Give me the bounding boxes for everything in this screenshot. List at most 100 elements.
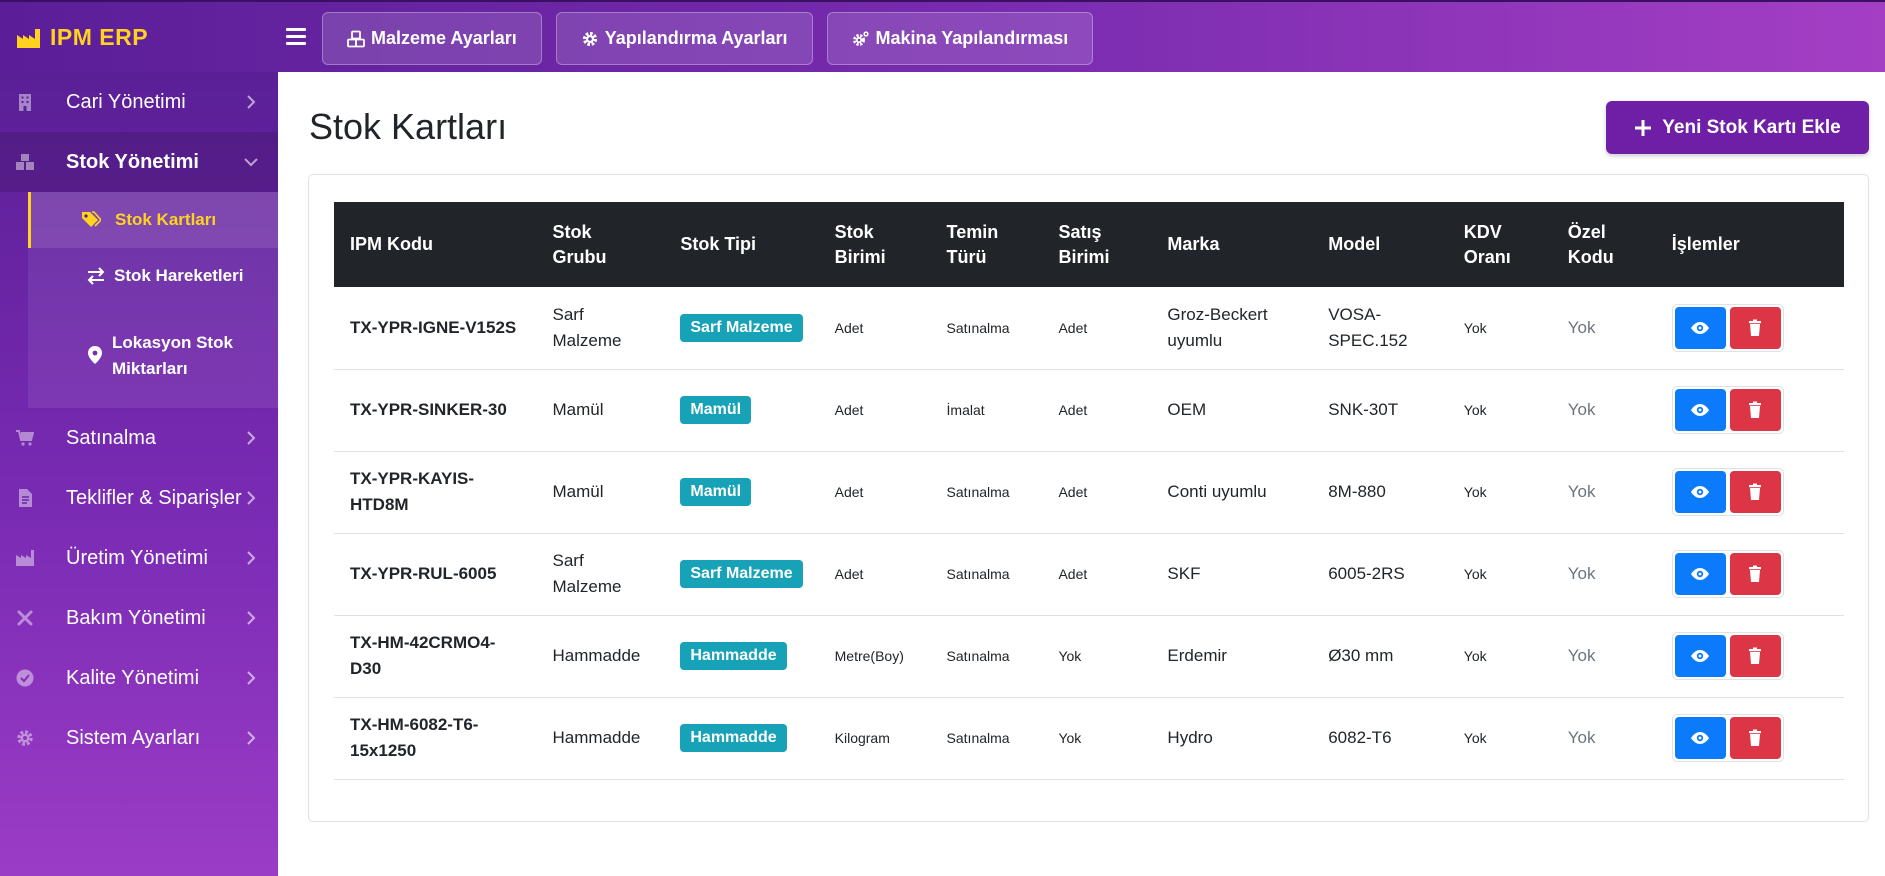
header-stok-grubu[interactable]: Stok Grubu bbox=[537, 202, 665, 287]
row-actions bbox=[1671, 303, 1784, 352]
main-content: Stok Kartları Yeni Stok Kartı Ekle IPM K… bbox=[278, 72, 1885, 876]
delete-button[interactable] bbox=[1729, 553, 1781, 595]
cell-stok-birimi: Adet bbox=[818, 533, 931, 616]
sidebar-subitem-label: Stok Hareketleri bbox=[114, 266, 244, 285]
menu-toggle-icon[interactable] bbox=[286, 28, 306, 46]
sidebar-item-teklifler-siparisler[interactable]: Teklifler & Siparişler bbox=[0, 468, 278, 528]
sidebar-item-label: Stok Yönetimi bbox=[66, 150, 199, 173]
cell-stok-birimi: Adet bbox=[818, 451, 931, 534]
cell-kdv-orani: Yok bbox=[1447, 697, 1552, 780]
trash-icon bbox=[1749, 565, 1762, 582]
sidebar-item-sistem-ayarlari[interactable]: Sistem Ayarları bbox=[0, 708, 278, 768]
cell-ipm-kodu: TX-YPR-SINKER-30 bbox=[334, 369, 537, 452]
map-marker-icon bbox=[88, 346, 102, 364]
chevron-right-icon bbox=[247, 551, 256, 565]
sidebar-item-kalite-yonetimi[interactable]: Kalite Yönetimi bbox=[0, 648, 278, 708]
sidebar-item-label: Teklifler & Siparişler bbox=[66, 486, 242, 509]
sidebar-item-stok-hareketleri[interactable]: Stok Hareketleri bbox=[28, 248, 278, 304]
cell-stok-grubu: Hammadde bbox=[536, 615, 665, 698]
stock-type-badge: Hammadde bbox=[680, 724, 787, 752]
eye-icon bbox=[1691, 732, 1710, 744]
boxes-icon bbox=[16, 154, 34, 170]
sidebar-item-lokasyon-stok-miktarlari[interactable]: Lokasyon Stok Miktarları bbox=[28, 304, 278, 408]
header-ozel-kodu[interactable]: Özel Kodu bbox=[1552, 202, 1656, 287]
stock-type-badge: Sarf Malzeme bbox=[680, 560, 803, 588]
sidebar-item-cari-yonetimi[interactable]: Cari Yönetimi bbox=[0, 72, 278, 132]
cell-marka: Conti uyumlu bbox=[1151, 451, 1313, 534]
cubes-icon bbox=[347, 30, 365, 47]
header-marka[interactable]: Marka bbox=[1151, 202, 1312, 287]
brand[interactable]: IPM ERP bbox=[16, 24, 148, 51]
sidebar-item-stok-kartlari[interactable]: Stok Kartları bbox=[28, 192, 278, 248]
view-button[interactable] bbox=[1674, 717, 1726, 759]
delete-button[interactable] bbox=[1729, 306, 1781, 349]
gear-icon bbox=[582, 31, 597, 46]
cell-ozel-kodu: Yok bbox=[1551, 615, 1656, 698]
yapilandirma-ayarlari-label: Yapılandırma Ayarları bbox=[604, 28, 788, 48]
cell-stok-birimi: Adet bbox=[818, 287, 931, 370]
tags-icon bbox=[82, 211, 101, 227]
chevron-right-icon bbox=[247, 431, 256, 445]
cell-model: Ø30 mm bbox=[1312, 615, 1448, 698]
header-islemler: İşlemler bbox=[1671, 234, 1740, 254]
tools-icon bbox=[17, 610, 33, 626]
trash-icon bbox=[1749, 483, 1762, 500]
gears-icon bbox=[852, 30, 869, 46]
building-icon bbox=[19, 94, 31, 111]
view-button[interactable] bbox=[1674, 306, 1726, 349]
stock-cards-table: IPM Kodu Stok Grubu Stok Tipi Stok Birim… bbox=[334, 202, 1844, 780]
cell-ipm-kodu: TX-YPR-IGNE-V152S bbox=[334, 287, 537, 370]
yapilandirma-ayarlari-button[interactable]: Yapılandırma Ayarları bbox=[555, 12, 813, 65]
header-model[interactable]: Model bbox=[1312, 202, 1448, 287]
header-temin-turu[interactable]: Temin Türü bbox=[931, 202, 1043, 287]
cell-temin-turu: Satınalma bbox=[930, 615, 1043, 698]
malzeme-ayarlari-label: Malzeme Ayarları bbox=[371, 28, 517, 48]
header-stok-tipi[interactable]: Stok Tipi bbox=[664, 202, 818, 287]
page-title: Stok Kartları bbox=[309, 106, 508, 147]
delete-button[interactable] bbox=[1729, 471, 1781, 513]
cog-icon bbox=[17, 730, 33, 746]
sidebar-item-bakim-yonetimi[interactable]: Bakım Yönetimi bbox=[0, 588, 278, 648]
cell-stok-tipi: Mamül bbox=[664, 451, 819, 534]
eye-icon bbox=[1691, 404, 1710, 416]
trash-icon bbox=[1749, 401, 1762, 418]
add-stock-card-button[interactable]: Yeni Stok Kartı Ekle bbox=[1606, 101, 1869, 154]
chevron-right-icon bbox=[247, 731, 256, 745]
header-stok-birimi[interactable]: Stok Birimi bbox=[819, 202, 931, 287]
eye-icon bbox=[1691, 321, 1710, 334]
cell-stok-grubu: Hammadde bbox=[536, 697, 665, 780]
view-button[interactable] bbox=[1674, 635, 1726, 677]
cell-kdv-orani: Yok bbox=[1447, 615, 1552, 698]
view-button[interactable] bbox=[1674, 471, 1726, 513]
malzeme-ayarlari-button[interactable]: Malzeme Ayarları bbox=[322, 12, 542, 65]
sidebar-item-satinalma[interactable]: Satınalma bbox=[0, 408, 278, 468]
sidebar-item-stok-yonetimi[interactable]: Stok Yönetimi bbox=[0, 132, 278, 192]
view-button[interactable] bbox=[1674, 389, 1726, 431]
cell-marka: Hydro bbox=[1151, 697, 1313, 780]
cell-temin-turu: Satınalma bbox=[930, 451, 1043, 534]
trash-icon bbox=[1749, 647, 1762, 664]
delete-button[interactable] bbox=[1729, 635, 1781, 677]
view-button[interactable] bbox=[1674, 553, 1726, 595]
cell-ipm-kodu: TX-HM-6082-T6-15x1250 bbox=[334, 697, 537, 780]
header-kdv-orani[interactable]: KDV Oranı bbox=[1448, 202, 1552, 287]
cell-ipm-kodu: TX-YPR-RUL-6005 bbox=[334, 533, 537, 616]
table-row: TX-HM-42CRMO4-D30 Hammadde Hammadde Metre(B… bbox=[334, 615, 1844, 698]
cell-kdv-orani: Yok bbox=[1447, 533, 1552, 616]
makina-yapilandirmasi-button[interactable]: Makina Yapılandırması bbox=[826, 12, 1094, 65]
cell-ozel-kodu: Yok bbox=[1551, 697, 1656, 780]
sidebar-item-uretim-yonetimi[interactable]: Üretim Yönetimi bbox=[0, 528, 278, 588]
cell-model: 6005-2RS bbox=[1312, 533, 1448, 616]
delete-button[interactable] bbox=[1729, 717, 1781, 759]
stock-type-badge: Hammadde bbox=[680, 642, 787, 670]
header-satis-birimi[interactable]: Satış Birimi bbox=[1042, 202, 1151, 287]
table-header-row: IPM Kodu Stok Grubu Stok Tipi Stok Birim… bbox=[334, 202, 1844, 287]
header-ipm-kodu[interactable]: IPM Kodu bbox=[334, 202, 537, 287]
sidebar-item-label: Cari Yönetimi bbox=[66, 90, 186, 113]
cell-model: SNK-30T bbox=[1312, 369, 1448, 452]
cell-stok-birimi: Metre(Boy) bbox=[818, 615, 931, 698]
stock-type-badge: Mamül bbox=[680, 396, 752, 424]
cell-satis-birimi: Adet bbox=[1042, 369, 1152, 452]
delete-button[interactable] bbox=[1729, 389, 1781, 431]
chevron-down-icon bbox=[244, 158, 258, 167]
